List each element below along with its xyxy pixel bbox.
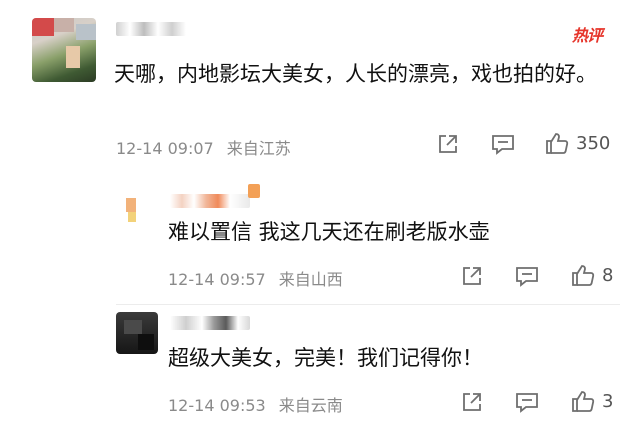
share-icon <box>460 264 484 288</box>
comment-text: 天哪，内地影坛大美女，人长的漂亮，戏也拍的好。 <box>114 62 597 86</box>
comment-text: 超级大美女，完美！我们记得你！ <box>168 346 483 370</box>
comment-icon <box>514 390 540 414</box>
divider <box>116 304 620 305</box>
like-count: 350 <box>576 132 611 154</box>
avatar[interactable] <box>32 18 96 82</box>
share-button[interactable] <box>460 390 484 414</box>
like-button[interactable]: 8 <box>570 262 613 288</box>
comment-meta: 12-14 09:07 来自江苏 <box>116 135 299 159</box>
reply-button[interactable] <box>514 390 540 414</box>
comment-location: 来自云南 <box>278 396 343 415</box>
username-blurred[interactable] <box>170 194 250 208</box>
avatar[interactable] <box>116 184 158 226</box>
comment-location: 来自山西 <box>278 270 343 289</box>
like-button[interactable]: 350 <box>544 130 610 156</box>
like-count: 8 <box>602 264 614 286</box>
avatar[interactable] <box>116 312 158 354</box>
comment-time: 12-14 09:07 <box>116 139 214 158</box>
share-button[interactable] <box>436 132 460 156</box>
comment-meta: 12-14 09:53 来自云南 <box>168 392 351 416</box>
reply-button[interactable] <box>490 132 516 156</box>
like-count: 3 <box>602 390 614 412</box>
share-icon <box>460 390 484 414</box>
comment-time: 12-14 09:57 <box>168 270 266 289</box>
share-icon <box>436 132 460 156</box>
comment-text: 难以置信 我这几天还在刷老版水壶 <box>168 220 490 244</box>
like-icon <box>570 262 596 288</box>
username-blurred-accent <box>248 184 260 198</box>
username-blurred[interactable] <box>170 316 250 330</box>
username-blurred[interactable] <box>116 22 186 36</box>
comment-item: 热评 天哪，内地影坛大美女，人长的漂亮，戏也拍的好。 12-14 09:07 来… <box>0 0 640 170</box>
reply-button[interactable] <box>514 264 540 288</box>
hot-comment-badge: 热评 <box>572 26 603 45</box>
like-icon <box>544 130 570 156</box>
share-button[interactable] <box>460 264 484 288</box>
comment-icon <box>514 264 540 288</box>
like-icon <box>570 388 596 414</box>
comment-time: 12-14 09:53 <box>168 396 266 415</box>
comment-icon <box>490 132 516 156</box>
comment-location: 来自江苏 <box>226 139 291 158</box>
comment-meta: 12-14 09:57 来自山西 <box>168 266 351 290</box>
like-button[interactable]: 3 <box>570 388 613 414</box>
